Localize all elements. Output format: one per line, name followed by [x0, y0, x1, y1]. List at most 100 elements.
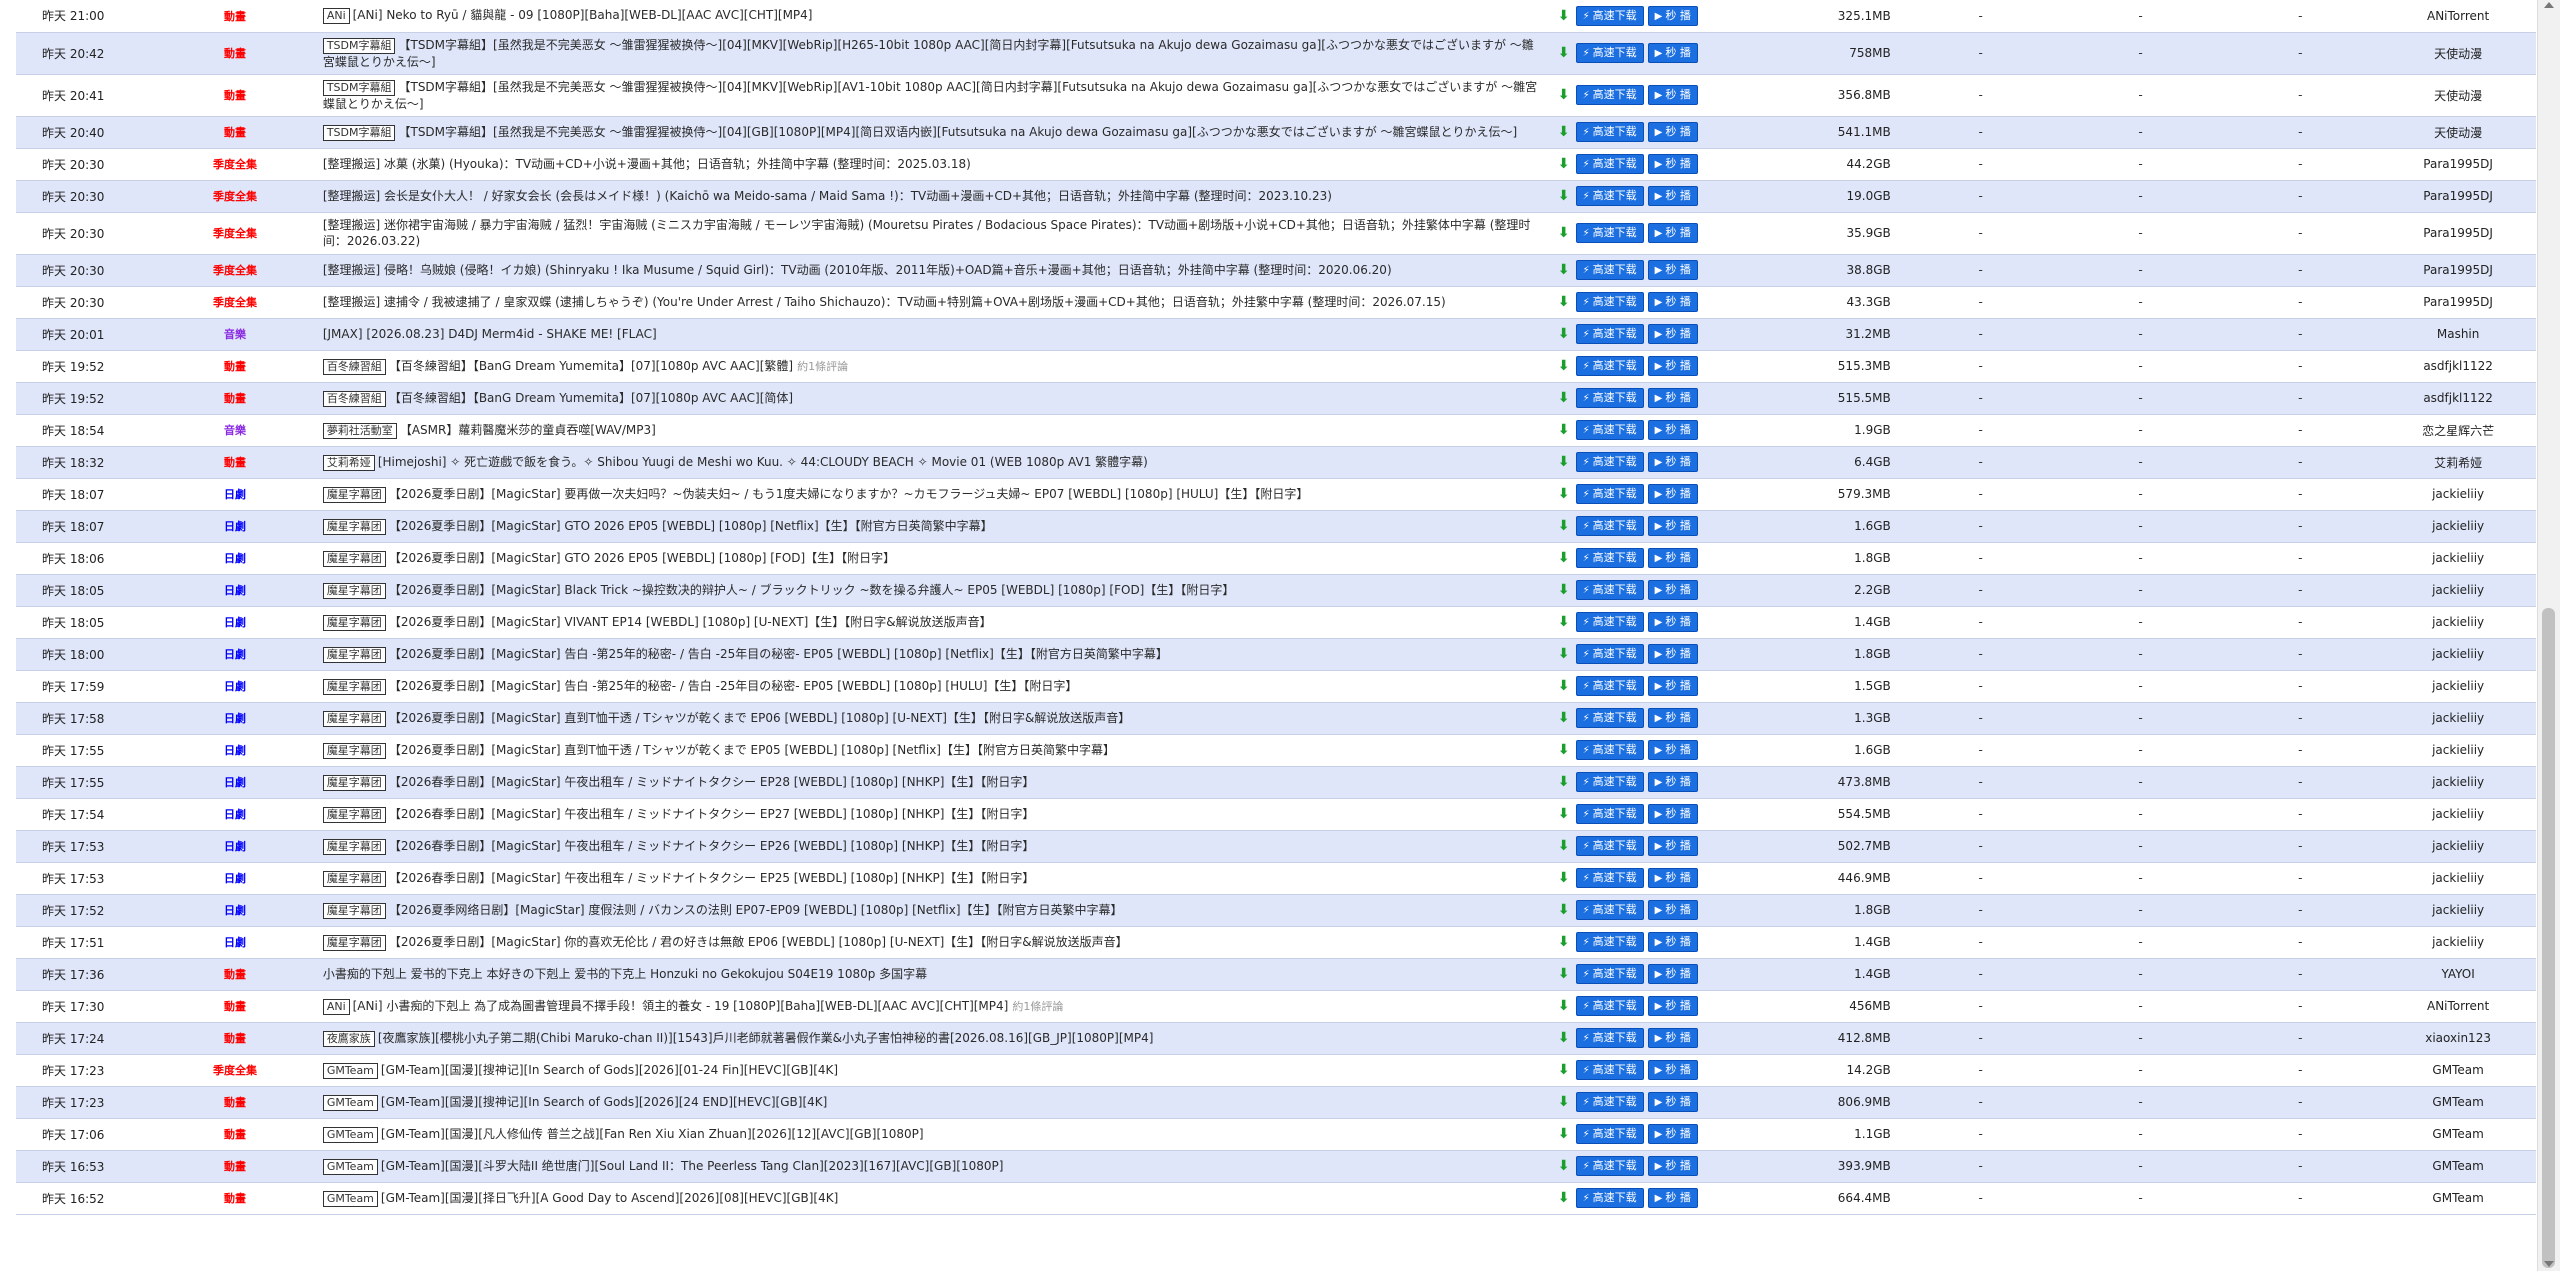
instant-play-button[interactable]: ▶ 秒 播 [1647, 43, 1698, 63]
team-tag-link[interactable]: ANi [322, 8, 350, 25]
row-category[interactable]: 動畫 [224, 126, 246, 139]
vertical-scrollbar[interactable] [2537, 0, 2560, 1271]
row-publisher-link[interactable]: Mashin [2380, 318, 2536, 351]
row-category-link[interactable]: 日劇 [157, 766, 313, 799]
row-title-link[interactable]: 小書痴的下剋上 爱书的下克上 本好きの下剋上 爱书的下克上 Honzuki no… [323, 967, 927, 981]
team-tag-link[interactable]: TSDM字幕組 [322, 124, 396, 141]
fast-download-button[interactable]: ⚡ 高速下载 [1575, 122, 1644, 142]
row-publisher-link[interactable]: Para1995DJ [2380, 180, 2536, 213]
instant-play-button[interactable]: ▶ 秒 播 [1647, 324, 1698, 344]
fast-download-button[interactable]: ⚡ 高速下载 [1575, 154, 1644, 174]
fast-download-button[interactable]: ⚡ 高速下载 [1575, 260, 1644, 280]
row-category-link[interactable]: 日劇 [157, 830, 313, 863]
magnet-download-icon[interactable]: ⬇ [1558, 998, 1570, 1014]
row-publisher-link[interactable]: jackieliiy [2380, 830, 2536, 863]
row-category[interactable]: 動畫 [224, 1032, 246, 1045]
fast-download-button[interactable]: ⚡ 高速下载 [1575, 932, 1644, 952]
team-tag-link[interactable]: 艾莉希娅 [322, 454, 375, 471]
row-publisher-link[interactable]: Para1995DJ [2380, 286, 2536, 319]
row-category-link[interactable]: 動畫 [157, 32, 313, 75]
fast-download-button[interactable]: ⚡ 高速下载 [1575, 900, 1644, 920]
row-title-link[interactable]: [GM-Team][国漫][搜神记][In Search of Gods][20… [381, 1063, 838, 1077]
team-tag-link[interactable]: 魔星字幕团 [322, 710, 386, 727]
team-tag-link[interactable]: 魔星字幕团 [322, 838, 386, 855]
row-category[interactable]: 動畫 [224, 47, 246, 60]
instant-play-button[interactable]: ▶ 秒 播 [1647, 85, 1698, 105]
magnet-download-icon[interactable]: ⬇ [1558, 550, 1570, 566]
magnet-download-icon[interactable]: ⬇ [1558, 454, 1570, 470]
row-category[interactable]: 日劇 [224, 904, 246, 917]
fast-download-button[interactable]: ⚡ 高速下载 [1575, 964, 1644, 984]
instant-play-button[interactable]: ▶ 秒 播 [1647, 868, 1698, 888]
row-category-link[interactable]: 動畫 [157, 116, 313, 149]
magnet-download-icon[interactable]: ⬇ [1558, 774, 1570, 790]
scroll-thumb[interactable] [2542, 608, 2555, 1268]
row-title-link[interactable]: [GM-Team][国漫][斗罗大陆II 绝世唐门][Soul Land II：… [381, 1159, 1004, 1173]
magnet-download-icon[interactable]: ⬇ [1558, 262, 1570, 278]
row-publisher-link[interactable]: asdfjkl1122 [2380, 350, 2536, 383]
magnet-download-icon[interactable]: ⬇ [1558, 422, 1570, 438]
fast-download-button[interactable]: ⚡ 高速下载 [1575, 1156, 1644, 1176]
instant-play-button[interactable]: ▶ 秒 播 [1647, 772, 1698, 792]
instant-play-button[interactable]: ▶ 秒 播 [1647, 516, 1698, 536]
team-tag-link[interactable]: 魔星字幕团 [322, 806, 386, 823]
row-title-link[interactable]: 【TSDM字幕組】[虽然我是不完美恶女 ～雏雷猩猩被换侍～][04][MKV][… [323, 80, 1537, 111]
row-title-link[interactable]: 【2026夏季日剧】[MagicStar] GTO 2026 EP05 [WEB… [389, 551, 895, 565]
fast-download-button[interactable]: ⚡ 高速下载 [1575, 420, 1644, 440]
instant-play-button[interactable]: ▶ 秒 播 [1647, 186, 1698, 206]
fast-download-button[interactable]: ⚡ 高速下载 [1575, 612, 1644, 632]
magnet-download-icon[interactable]: ⬇ [1558, 902, 1570, 918]
team-tag-link[interactable]: 夢莉社活動室 [322, 422, 397, 439]
magnet-download-icon[interactable]: ⬇ [1558, 486, 1570, 502]
fast-download-button[interactable]: ⚡ 高速下载 [1575, 868, 1644, 888]
magnet-download-icon[interactable]: ⬇ [1558, 646, 1570, 662]
row-category[interactable]: 日劇 [224, 616, 246, 629]
row-category[interactable]: 日劇 [224, 712, 246, 725]
row-category-link[interactable]: 季度全集 [157, 286, 313, 319]
row-title-link[interactable]: 【TSDM字幕組】[虽然我是不完美恶女 ～雏雷猩猩被换侍～][04][GB][1… [398, 125, 1517, 139]
team-tag-link[interactable]: GMTeam [322, 1158, 378, 1175]
row-publisher-link[interactable]: jackieliiy [2380, 638, 2536, 671]
row-category[interactable]: 日劇 [224, 552, 246, 565]
row-title-link[interactable]: 【百冬練習組】【BanG Dream Yumemita】[07][1080p A… [389, 359, 793, 373]
team-tag-link[interactable]: GMTeam [322, 1126, 378, 1143]
row-category[interactable]: 動畫 [224, 1160, 246, 1173]
scroll-down-arrow-icon[interactable] [2544, 1261, 2554, 1267]
row-title-link[interactable]: [夜鷹家族][櫻桃小丸子第二期(Chibi Maruko-chan II)][1… [378, 1031, 1154, 1045]
row-title-link[interactable]: 【2026夏季日剧】[MagicStar] Black Trick ~操控数决的… [389, 583, 1235, 597]
row-category[interactable]: 日劇 [224, 680, 246, 693]
team-tag-link[interactable]: TSDM字幕組 [322, 37, 396, 54]
instant-play-button[interactable]: ▶ 秒 播 [1647, 5, 1698, 26]
row-category[interactable]: 動畫 [224, 1192, 246, 1205]
fast-download-button[interactable]: ⚡ 高速下载 [1575, 580, 1644, 600]
row-publisher-link[interactable]: 天使动漫 [2380, 32, 2536, 75]
row-title-link[interactable]: 【2026夏季日剧】[MagicStar] VIVANT EP14 [WEBDL… [389, 615, 992, 629]
instant-play-button[interactable]: ▶ 秒 播 [1647, 1060, 1698, 1080]
row-category[interactable]: 日劇 [224, 808, 246, 821]
row-category[interactable]: 動畫 [224, 1096, 246, 1109]
row-category-link[interactable]: 動畫 [157, 958, 313, 991]
instant-play-button[interactable]: ▶ 秒 播 [1647, 1028, 1698, 1048]
row-publisher-link[interactable]: GMTeam [2380, 1150, 2536, 1183]
row-publisher-link[interactable]: jackieliiy [2380, 606, 2536, 639]
team-tag-link[interactable]: 百冬練習組 [322, 390, 386, 407]
row-title-link[interactable]: [GM-Team][国漫][搜神记][In Search of Gods][20… [381, 1095, 827, 1109]
instant-play-button[interactable]: ▶ 秒 播 [1647, 644, 1698, 664]
row-publisher-link[interactable]: GMTeam [2380, 1054, 2536, 1087]
row-category-link[interactable]: 日劇 [157, 574, 313, 607]
scroll-up-arrow-icon[interactable] [2544, 2, 2554, 8]
row-category-link[interactable]: 動畫 [157, 382, 313, 415]
row-publisher-link[interactable]: GMTeam [2380, 1086, 2536, 1119]
instant-play-button[interactable]: ▶ 秒 播 [1647, 612, 1698, 632]
team-tag-link[interactable]: 魔星字幕团 [322, 550, 386, 567]
row-publisher-link[interactable]: jackieliiy [2380, 798, 2536, 831]
instant-play-button[interactable]: ▶ 秒 播 [1647, 964, 1698, 984]
instant-play-button[interactable]: ▶ 秒 播 [1647, 122, 1698, 142]
instant-play-button[interactable]: ▶ 秒 播 [1647, 932, 1698, 952]
row-category[interactable]: 季度全集 [213, 1064, 257, 1077]
row-category-link[interactable]: 季度全集 [157, 254, 313, 287]
row-category-link[interactable]: 日劇 [157, 798, 313, 831]
row-title-link[interactable]: [ANi] Neko to Ryū / 貓與龍 - 09 [1080P][Bah… [353, 8, 813, 22]
fast-download-button[interactable]: ⚡ 高速下载 [1575, 1124, 1644, 1144]
row-category[interactable]: 日劇 [224, 744, 246, 757]
